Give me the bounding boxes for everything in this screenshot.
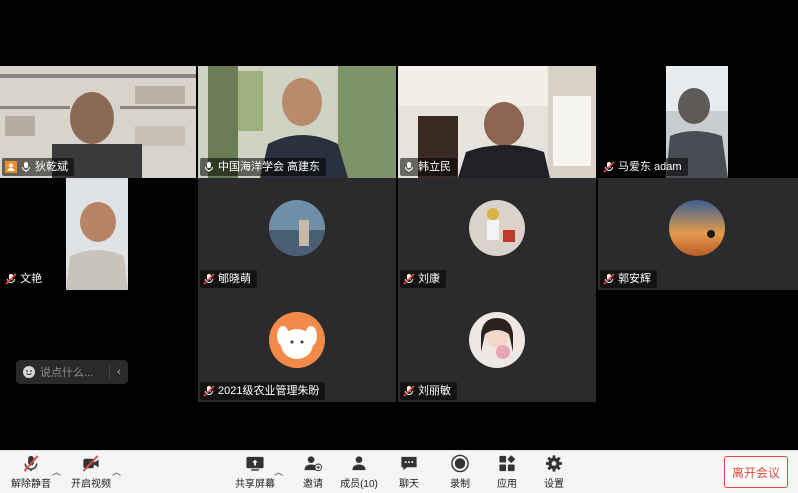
settings-button[interactable]: 设置: [537, 454, 571, 490]
avatar-tile-4[interactable]: 2021级农业管理朱盼: [198, 290, 396, 402]
invite-button[interactable]: 邀请: [296, 454, 330, 490]
participant-nametag: 2021级农业管理朱盼: [200, 382, 326, 400]
emoji-icon[interactable]: [22, 365, 36, 379]
apps-button[interactable]: 应用: [490, 454, 524, 490]
add-user-icon: [304, 456, 323, 472]
participant-name: 郭安辉: [618, 273, 651, 285]
members-icon: [352, 456, 366, 471]
chat-icon: [401, 456, 417, 471]
video-tile-3-active-speaker[interactable]: 韩立民: [398, 66, 596, 178]
participant-avatar: [269, 312, 325, 368]
chevron-up-icon[interactable]: ︿: [274, 465, 283, 478]
record-icon: [451, 454, 469, 473]
chevron-left-icon[interactable]: ‹: [110, 366, 128, 378]
microphone-muted-icon: [603, 273, 615, 285]
chat-quick-input[interactable]: 说点什么... ‹: [16, 360, 128, 384]
microphone-muted-icon: [5, 273, 17, 285]
participant-name: 文艳: [20, 273, 42, 285]
participant-nametag: 韩立民: [400, 158, 457, 176]
participant-avatar: [669, 200, 725, 256]
start-video-button[interactable]: 开启视频: [70, 454, 112, 490]
apps-label: 应用: [497, 479, 517, 490]
meeting-toolbar: 解除静音 ︿ 开启视频 ︿ 共享屏幕 ︿ 邀请 成员(10) 聊天 录制 应用 …: [0, 450, 798, 493]
microphone-muted-icon: [203, 273, 215, 285]
participant-nametag: 郭安辉: [600, 270, 657, 288]
start-video-label: 开启视频: [71, 479, 111, 490]
microphone-icon: [405, 162, 413, 172]
invite-label: 邀请: [303, 479, 323, 490]
video-feed: [66, 178, 128, 290]
chat-button[interactable]: 聊天: [392, 454, 426, 490]
unmute-button[interactable]: 解除静音: [10, 454, 52, 490]
share-screen-label: 共享屏幕: [235, 479, 275, 490]
participant-nametag: 刘丽敏: [400, 382, 457, 400]
video-tile-1[interactable]: 狄乾斌: [0, 66, 196, 178]
settings-label: 设置: [544, 479, 564, 490]
chevron-up-icon[interactable]: ︿: [112, 465, 121, 478]
participant-nametag: 狄乾斌: [2, 158, 74, 176]
microphone-muted-icon: [23, 455, 39, 472]
participant-avatar: [469, 200, 525, 256]
meeting-stage: 狄乾斌 中国海洋学会 高建东 韩立民 马爱东 adam 文艳 郇晓萌 刘康 郭安…: [0, 0, 798, 450]
participant-name: 郇晓萌: [218, 273, 251, 285]
participant-nametag: 刘康: [400, 270, 446, 288]
participant-nametag: 文艳: [2, 270, 48, 288]
microphone-muted-icon: [603, 161, 615, 173]
microphone-muted-icon: [403, 385, 415, 397]
chevron-up-icon[interactable]: ︿: [52, 465, 61, 478]
participant-nametag: 郇晓萌: [200, 270, 257, 288]
record-label: 录制: [450, 479, 470, 490]
avatar-tile-3[interactable]: 郭安辉: [598, 178, 798, 290]
members-button[interactable]: 成员(10): [338, 454, 380, 490]
video-tile-4[interactable]: 马爱东 adam: [598, 66, 798, 178]
share-screen-button[interactable]: 共享屏幕: [235, 454, 275, 490]
chat-placeholder[interactable]: 说点什么...: [36, 364, 109, 380]
participant-nametag: 中国海洋学会 高建东: [200, 158, 327, 176]
avatar-tile-2[interactable]: 刘康: [398, 178, 596, 290]
microphone-icon: [205, 162, 213, 172]
participant-avatar: [469, 312, 525, 368]
record-button[interactable]: 录制: [443, 454, 477, 490]
microphone-muted-icon: [203, 385, 215, 397]
user-icon: [5, 161, 17, 173]
participant-name: 刘丽敏: [418, 385, 451, 397]
participant-name: 刘康: [418, 273, 440, 285]
gear-icon: [545, 455, 563, 472]
screen-share-icon: [246, 456, 264, 471]
microphone-muted-icon: [403, 273, 415, 285]
participant-name: 中国海洋学会 高建东: [218, 161, 321, 173]
unmute-label: 解除静音: [11, 479, 51, 490]
camera-off-icon: [82, 455, 99, 472]
leave-meeting-button[interactable]: 离开会议: [724, 456, 788, 488]
apps-icon: [499, 455, 515, 472]
video-tile-5[interactable]: 文艳: [0, 178, 196, 290]
microphone-icon: [22, 162, 30, 172]
participant-name: 马爱东 adam: [618, 161, 682, 173]
members-label: 成员(10): [340, 479, 378, 490]
participant-name: 2021级农业管理朱盼: [218, 385, 320, 397]
video-tile-2[interactable]: 中国海洋学会 高建东: [198, 66, 396, 178]
participant-nametag: 马爱东 adam: [600, 158, 688, 176]
participant-name: 狄乾斌: [35, 161, 68, 173]
participant-avatar: [269, 200, 325, 256]
avatar-tile-5[interactable]: 刘丽敏: [398, 290, 596, 402]
participant-name: 韩立民: [418, 161, 451, 173]
chat-label: 聊天: [399, 479, 419, 490]
avatar-tile-1[interactable]: 郇晓萌: [198, 178, 396, 290]
